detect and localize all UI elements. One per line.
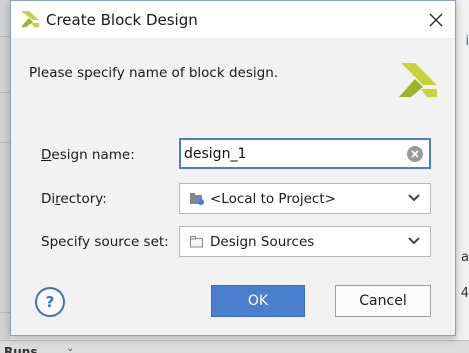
- source-set-select[interactable]: Design Sources: [179, 226, 431, 257]
- chevron-down-icon[interactable]: ⌄: [66, 343, 74, 353]
- design-name-field[interactable]: [179, 138, 431, 169]
- close-icon: [429, 13, 443, 27]
- background-divider: [0, 36, 10, 37]
- chevron-down-icon: [408, 237, 420, 245]
- folder-icon: [190, 235, 203, 247]
- vivado-logo-icon: [21, 11, 39, 27]
- dialog-title: Create Block Design: [46, 11, 198, 29]
- cancel-button[interactable]: Cancel: [335, 285, 431, 317]
- runs-tab[interactable]: Runs: [4, 345, 37, 353]
- source-set-label: Specify source set:: [41, 234, 169, 250]
- vivado-brand-logo: [399, 63, 437, 97]
- dialog-titlebar: Create Block Design: [11, 1, 455, 39]
- design-name-label: Design name:: [41, 147, 135, 163]
- background-right-panel: i a 4: [457, 0, 469, 353]
- directory-value: <Local to Project>: [210, 190, 336, 207]
- directory-label: Directory:: [41, 191, 107, 207]
- clear-icon[interactable]: [407, 146, 423, 162]
- background-divider: [0, 92, 10, 93]
- background-divider: [0, 142, 10, 143]
- close-button[interactable]: [421, 5, 451, 35]
- help-button[interactable]: ?: [35, 287, 65, 317]
- folder-local-icon: [190, 192, 204, 205]
- design-name-input[interactable]: [181, 145, 396, 162]
- chevron-down-icon: [408, 194, 420, 202]
- background-text: i: [465, 34, 469, 49]
- background-divider: [0, 312, 10, 313]
- background-text: a: [461, 250, 469, 265]
- background-left-panel: [0, 0, 10, 353]
- background-bottom-tab-bar: Runs ⌄: [0, 340, 469, 353]
- directory-select[interactable]: <Local to Project>: [179, 183, 431, 214]
- dialog-prompt: Please specify name of block design.: [29, 65, 279, 81]
- ok-button[interactable]: OK: [211, 285, 305, 317]
- create-block-design-dialog: Create Block Design Please specify name …: [10, 0, 456, 336]
- source-set-value: Design Sources: [210, 233, 315, 250]
- background-text: 4: [460, 286, 469, 301]
- help-icon: ?: [45, 293, 55, 311]
